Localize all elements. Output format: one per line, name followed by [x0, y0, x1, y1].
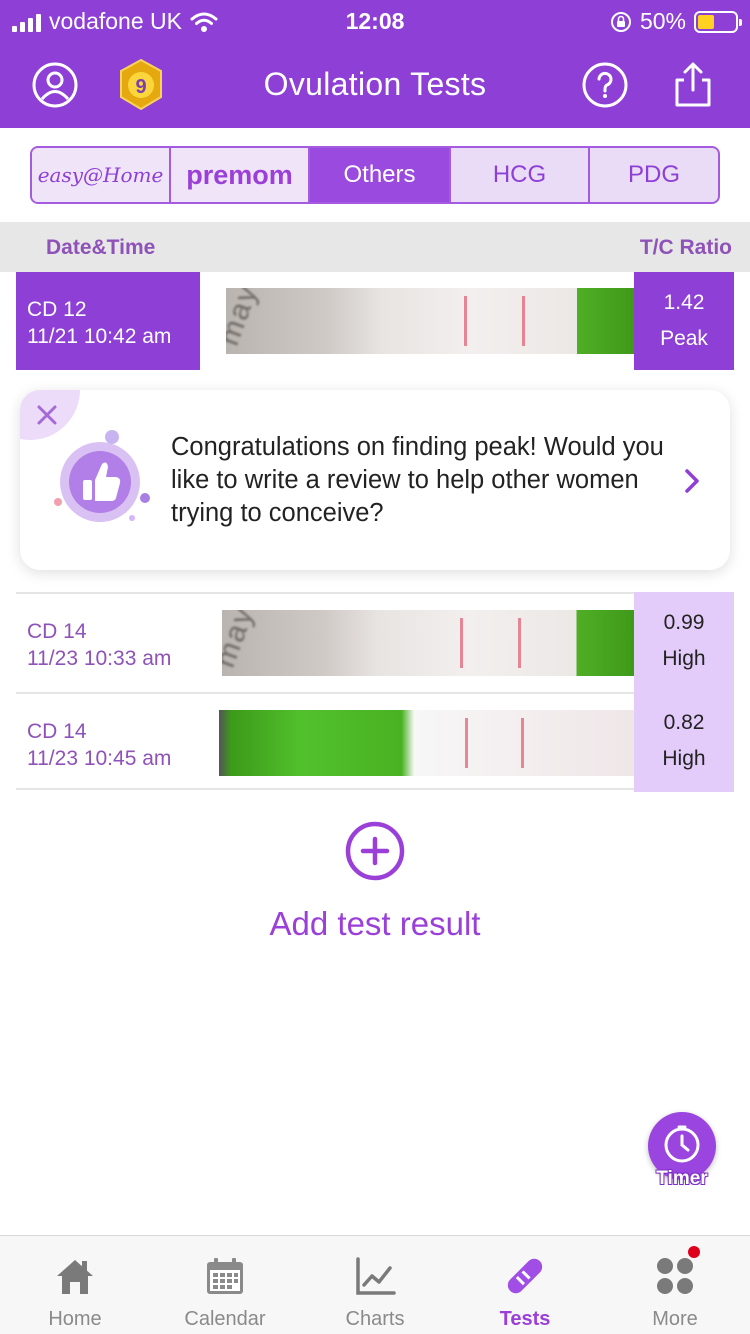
result-datetime: 11/23 10:45 am	[27, 747, 172, 770]
result-date-cell: CD 14 11/23 10:45 am	[16, 694, 200, 792]
tc-ratio-cell: 0.82 High	[634, 692, 734, 792]
more-icon	[657, 1258, 693, 1294]
tab-easy-at-home[interactable]: easy@Home	[32, 148, 171, 202]
test-strip-photo	[219, 710, 634, 776]
chevron-right-icon[interactable]	[682, 466, 702, 496]
test-result-row[interactable]: CD 14 11/23 10:45 am 0.82 High	[16, 692, 734, 792]
timer-label: Timer	[656, 1168, 708, 1189]
test-strip-photo: may b ation	[222, 610, 634, 676]
app-header: vodafone UK 12:08 50% 9 Ovulation Tests	[0, 0, 750, 128]
cycle-day: CD 14	[27, 720, 87, 743]
tc-ratio-cell: 1.42 Peak	[634, 272, 734, 370]
result-datetime: 11/23 10:33 am	[27, 647, 172, 670]
tc-ratio-level: High	[662, 747, 706, 770]
tc-ratio-value: 0.82	[663, 711, 705, 734]
calendar-icon	[207, 1258, 243, 1294]
cycle-day: CD 14	[27, 620, 87, 643]
tab-charts-label: Charts	[345, 1308, 405, 1330]
tab-tests[interactable]: Tests	[450, 1236, 600, 1334]
brand-tabs: easy@Home premom Others HCG PDG	[30, 146, 720, 204]
add-circle-icon[interactable]	[344, 820, 406, 882]
cycle-day: CD 12	[27, 298, 87, 321]
tc-ratio-value: 1.42	[663, 291, 705, 314]
tab-more[interactable]: More	[600, 1236, 750, 1334]
orientation-lock-icon	[610, 11, 631, 32]
result-date-cell: CD 14 11/23 10:33 am	[16, 594, 200, 692]
battery-percent: 50%	[639, 8, 686, 34]
bottom-tab-bar: Home Calendar Charts Tests More	[0, 1235, 750, 1334]
thumbs-up-icon	[54, 430, 150, 522]
help-icon[interactable]	[580, 60, 630, 110]
tc-ratio-level: Peak	[660, 327, 708, 350]
status-bar: vodafone UK 12:08 50%	[0, 0, 750, 42]
tab-tests-label: Tests	[499, 1308, 551, 1330]
tab-home-label: Home	[48, 1308, 102, 1330]
tab-calendar[interactable]: Calendar	[150, 1236, 300, 1334]
add-test-result-button[interactable]: Add test result	[0, 905, 750, 943]
close-icon[interactable]	[32, 400, 62, 430]
column-date-time: Date&Time	[46, 236, 156, 259]
result-datetime: 11/21 10:42 am	[27, 325, 172, 348]
tab-charts[interactable]: Charts	[300, 1236, 450, 1334]
result-date-cell: CD 12 11/21 10:42 am	[16, 272, 200, 370]
tc-ratio-cell: 0.99 High	[634, 592, 734, 692]
notification-dot	[688, 1246, 700, 1258]
test-strip-photo: may be ation	[226, 288, 634, 354]
chart-icon	[356, 1257, 396, 1295]
column-tc-ratio: T/C Ratio	[639, 236, 732, 259]
timer-button[interactable]: Timer	[648, 1112, 716, 1190]
tc-ratio-value: 0.99	[663, 611, 705, 634]
review-prompt-card[interactable]: Congratulations on finding peak! Would y…	[20, 390, 730, 570]
tc-ratio-level: High	[662, 647, 706, 670]
test-strip-icon	[507, 1258, 543, 1294]
tab-premom[interactable]: premom	[171, 148, 310, 202]
tab-pdg[interactable]: PDG	[590, 148, 718, 202]
page-title: Ovulation Tests	[263, 66, 487, 102]
tab-calendar-label: Calendar	[184, 1308, 266, 1330]
clock-icon	[664, 1125, 700, 1163]
test-result-row[interactable]: CD 14 11/23 10:33 am may b ation 0.99 Hi…	[16, 592, 734, 692]
battery-icon	[694, 10, 742, 33]
tab-others[interactable]: Others	[310, 148, 451, 202]
home-icon	[57, 1260, 93, 1294]
review-prompt-message: Congratulations on finding peak! Would y…	[171, 433, 664, 527]
share-icon[interactable]	[668, 60, 718, 110]
tab-more-label: More	[652, 1308, 698, 1330]
tab-home[interactable]: Home	[0, 1236, 150, 1334]
test-result-row[interactable]: CD 12 11/21 10:42 am may be ation 1.42 P…	[16, 272, 734, 370]
results-table-header: Date&Time T/C Ratio	[0, 222, 750, 272]
tab-hcg[interactable]: HCG	[451, 148, 590, 202]
